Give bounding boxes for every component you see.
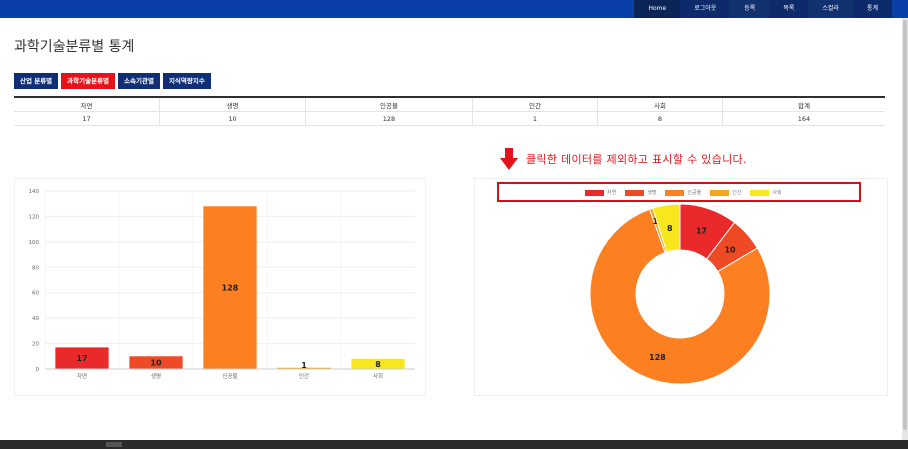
bar-data-label: 8 [375, 360, 381, 369]
top-nav-bar: Home 로그아웃 등록 목록 스컬라 통계 [0, 0, 908, 18]
stats-table: 자연 생명 인공물 인간 사회 합계 17 10 128 1 8 164 [14, 96, 885, 126]
legend-swatch [585, 189, 604, 196]
bar-chart: 02040608010012014017자연10생명128인공물1인간8사회 [29, 189, 415, 380]
hint-callout: 클릭한 데이터를 제외하고 표시할 수 있습니다. [500, 148, 747, 170]
table-cell: 17 [14, 111, 160, 126]
legend-swatch [710, 189, 730, 196]
category-tabs: 산업 분류별 과학기술분류별 소속기관별 지식역량지수 [14, 73, 211, 89]
legend-label: 생명 [647, 190, 657, 196]
x-tick-label: 사회 [373, 372, 383, 380]
table-cell: 128 [305, 111, 473, 126]
table-cell: 8 [597, 111, 723, 126]
bottom-taskbar [0, 440, 908, 449]
table-cell: 10 [159, 111, 306, 126]
bar-chart-panel: 0 20 40 60 80 100 120 140 17 자연 10 생명 128 인공물 1 인간 8 사회 [14, 178, 426, 396]
table-header-cell: 인공물 [305, 97, 473, 112]
legend-label: 자연 [607, 190, 617, 196]
legend-swatch [625, 189, 645, 196]
y-tick-label: 0 [36, 367, 40, 373]
legend-item[interactable]: 사회 [750, 189, 782, 196]
x-tick-label: 생명 [151, 372, 161, 380]
table-cell: 164 [722, 111, 885, 126]
chart-legend-highlight: 자연 생명 인공물 인간 사회 [497, 182, 861, 202]
donut-chart: 171012818 [589, 203, 771, 385]
tab-organization[interactable]: 소속기관별 [118, 73, 160, 89]
y-tick-label: 100 [29, 240, 40, 246]
legend-item[interactable]: 인간 [710, 189, 741, 196]
tab-industry[interactable]: 산업 분류별 [14, 73, 59, 89]
legend-item[interactable]: 자연 [585, 189, 616, 196]
table-header-cell: 사회 [597, 97, 723, 112]
legend-swatch [750, 189, 770, 196]
arrow-down-icon [500, 148, 518, 170]
x-tick-label: 인공물 [222, 373, 237, 380]
table-header-cell: 합계 [722, 97, 885, 112]
nav-scholar[interactable]: 스컬라 [808, 0, 853, 18]
x-tick-label: 자연 [77, 372, 87, 380]
bar-data-label: 17 [76, 354, 87, 363]
slice-data-label: 17 [696, 227, 707, 236]
nav-register[interactable]: 등록 [730, 0, 770, 18]
scrollbar-thumb[interactable] [903, 20, 907, 430]
y-tick-label: 140 [29, 189, 40, 195]
slice-data-label: 128 [649, 353, 666, 362]
x-tick-label: 인간 [299, 372, 309, 380]
nav-statistics[interactable]: 통계 [852, 0, 892, 18]
legend-item[interactable]: 생명 [625, 189, 656, 196]
table-header-row: 자연 생명 인공물 인간 사회 합계 [14, 97, 885, 112]
slice-data-label: 10 [724, 245, 736, 254]
table-cell: 1 [472, 111, 598, 126]
table-header-cell: 자연 [14, 97, 160, 112]
taskbar-item[interactable] [106, 442, 122, 447]
y-tick-label: 40 [32, 316, 39, 322]
nav-list[interactable]: 목록 [769, 0, 809, 18]
y-tick-label: 80 [32, 265, 39, 271]
slice-data-label: 8 [667, 224, 673, 233]
legend-swatch [665, 189, 685, 196]
nav-logout[interactable]: 로그아웃 [680, 0, 731, 18]
table-row: 17 10 128 1 8 164 [14, 111, 885, 126]
legend-label: 인공물 [687, 190, 702, 196]
nav-home[interactable]: Home [634, 0, 681, 18]
legend-label: 사회 [772, 190, 782, 196]
table-header-cell: 생명 [159, 97, 306, 112]
y-tick-label: 20 [32, 342, 39, 348]
donut-chart-panel: 17 10 128 1 8 [474, 178, 888, 396]
legend-label: 인간 [732, 190, 742, 196]
bar-data-label: 10 [150, 359, 162, 368]
tab-science-tech[interactable]: 과학기술분류별 [61, 73, 116, 89]
vertical-scrollbar[interactable] [902, 18, 908, 440]
hint-text: 클릭한 데이터를 제외하고 표시할 수 있습니다. [526, 153, 747, 166]
y-tick-label: 60 [32, 291, 39, 297]
table-header-cell: 인간 [472, 97, 598, 112]
legend-item[interactable]: 인공물 [665, 189, 701, 196]
tab-knowledge-index[interactable]: 지식역량지수 [162, 73, 211, 89]
bar-data-label: 128 [222, 284, 239, 293]
top-nav: Home 로그아웃 등록 목록 스컬라 통계 [634, 0, 892, 18]
chart-legend: 자연 생명 인공물 인간 사회 [585, 189, 782, 196]
y-tick-label: 120 [29, 214, 40, 220]
page-title: 과학기술분류별 통계 [14, 39, 135, 55]
